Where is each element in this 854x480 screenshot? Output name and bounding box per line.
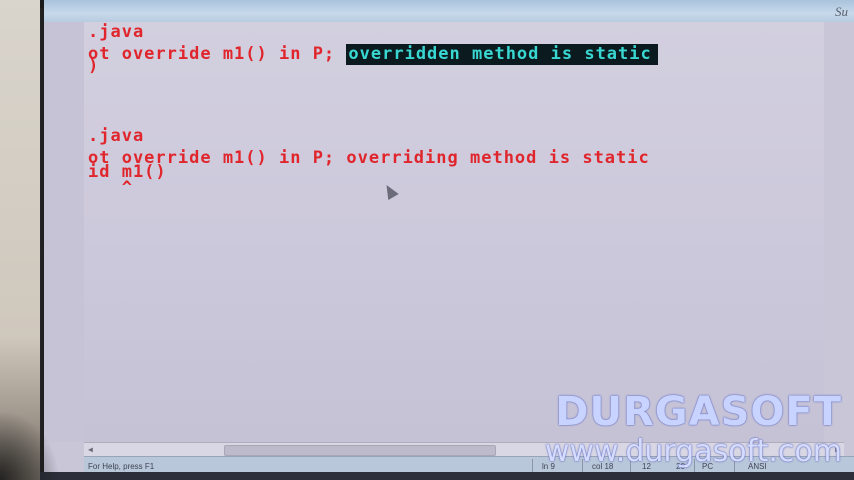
watermark: DURGASOFT www.durgasoft.com bbox=[545, 392, 842, 470]
editor-line-4: .java bbox=[88, 126, 145, 146]
scroll-left-icon[interactable]: ◀ bbox=[88, 445, 93, 454]
status-help-text: For Help, press F1 bbox=[88, 462, 155, 471]
text-editor[interactable]: .java ot override m1() in P; overridden … bbox=[84, 22, 824, 442]
taskbar bbox=[40, 472, 854, 480]
editor-line-1: .java bbox=[88, 22, 145, 42]
editor-line-7: ^ bbox=[88, 178, 133, 198]
video-frame: Su .java ot override m1() in P; overridd… bbox=[0, 0, 854, 480]
watermark-url: www.durgasoft.com bbox=[544, 434, 842, 469]
editor-gutter bbox=[44, 22, 84, 442]
foreground-shadow bbox=[0, 410, 60, 480]
scrollbar-thumb[interactable] bbox=[224, 445, 496, 456]
editor-line-2-text: ot override m1() in P; bbox=[88, 44, 347, 64]
selected-text-highlight[interactable]: overridden method is static bbox=[346, 44, 658, 65]
editor-line-3: ) bbox=[88, 56, 100, 76]
editor-line-2: ot override m1() in P; overridden method… bbox=[88, 44, 658, 65]
watermark-brand: DURGASOFT bbox=[555, 389, 842, 435]
wall-background bbox=[0, 0, 40, 480]
editor-line-5: ot override m1() in P; overriding method… bbox=[88, 148, 650, 168]
app-logo: Su bbox=[835, 4, 848, 19]
window-titlebar[interactable]: Su bbox=[44, 0, 854, 22]
